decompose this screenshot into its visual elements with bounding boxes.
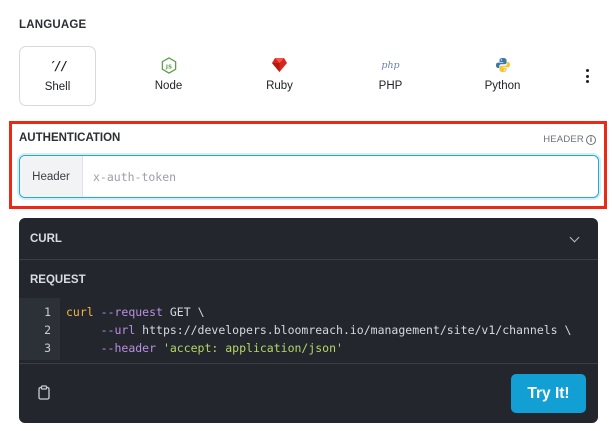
authentication-title: AUTHENTICATION <box>19 132 121 144</box>
line-number: 1 <box>44 305 51 319</box>
code-line: --header 'accept: application/json' <box>100 341 343 355</box>
language-option-python[interactable]: Python <box>464 46 541 106</box>
code-footer: Try It! <box>19 363 598 423</box>
info-icon[interactable]: i <box>586 134 596 145</box>
auth-token-input[interactable] <box>83 156 598 197</box>
line-number: 2 <box>44 323 51 337</box>
line-number-gutter: 1 2 3 <box>19 298 60 360</box>
language-label-python: Python <box>484 80 521 92</box>
client-label: CURL <box>30 233 62 245</box>
language-label-shell: Shell <box>44 81 71 93</box>
language-option-node[interactable]: JS Node <box>130 46 207 106</box>
language-label-node: Node <box>154 80 183 92</box>
authentication-section: AUTHENTICATION HEADER i Header <box>9 121 607 209</box>
python-icon <box>464 56 541 74</box>
language-label-ruby: Ruby <box>266 80 293 92</box>
shell-icon: ′// <box>48 59 68 73</box>
chevron-down-icon <box>569 232 580 243</box>
svg-text:JS: JS <box>164 64 171 70</box>
header-addon-label: Header <box>20 156 83 197</box>
line-number: 3 <box>44 341 51 355</box>
code-sample-panel: CURL REQUEST 1 2 3 curl --request GET \ … <box>19 218 598 423</box>
language-option-ruby[interactable]: Ruby <box>241 46 318 106</box>
php-icon: php <box>381 59 400 71</box>
language-label-php: PHP <box>378 80 403 92</box>
ruby-icon <box>241 56 318 74</box>
try-it-button[interactable]: Try It! <box>511 374 586 413</box>
code-line: --url https://developers.bloomreach.io/m… <box>100 323 572 337</box>
auth-token-field: Header <box>19 155 599 198</box>
code-block: 1 2 3 curl --request GET \ --url https:/… <box>19 298 598 360</box>
language-option-php[interactable]: php PHP <box>352 46 429 106</box>
language-option-shell[interactable]: ′// Shell <box>19 46 96 106</box>
request-label: REQUEST <box>30 274 86 286</box>
client-selector[interactable]: CURL <box>19 218 598 260</box>
nodejs-icon: JS <box>130 56 207 74</box>
clipboard-icon[interactable] <box>38 385 50 400</box>
language-heading: LANGUAGE <box>19 19 87 31</box>
kebab-menu-icon[interactable] <box>581 66 593 86</box>
auth-type-label: HEADER <box>543 134 584 145</box>
code-line: curl --request GET \ <box>66 305 205 319</box>
language-selector: ′// Shell JS Node Ruby php PHP Python <box>19 46 609 106</box>
auth-type-tag: HEADER i <box>543 134 596 145</box>
